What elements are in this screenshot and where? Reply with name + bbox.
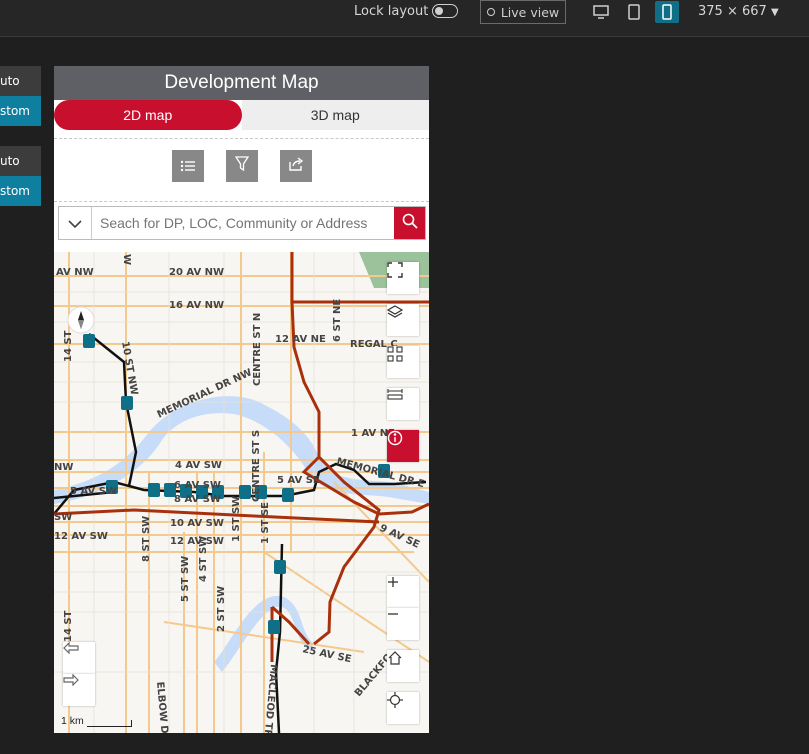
live-dot-icon — [486, 8, 495, 16]
scale-label: 1 km — [61, 715, 84, 727]
home-button[interactable] — [387, 650, 419, 682]
label-12-av-ne: 12 AV NE — [275, 334, 326, 345]
label-centre-st-n: CENTRE ST N — [252, 313, 263, 386]
share-icon — [288, 156, 304, 176]
lock-layout-label: Lock layout — [354, 4, 429, 19]
screen-size-label[interactable]: 375 × 667 ▼ — [698, 4, 779, 19]
label-10-av-sw: 10 AV SW — [170, 518, 224, 529]
side-tab-auto-2[interactable]: uto — [0, 146, 41, 176]
previous-extent-button[interactable] — [63, 642, 95, 674]
label-6-st-ne: 6 ST NE — [332, 299, 343, 342]
zoom-in-button[interactable] — [387, 576, 419, 608]
live-view-label: Live view — [500, 4, 560, 20]
label-12-av-sw: 12 AV SW — [170, 536, 224, 547]
label-4-st-sw: 4 ST SW — [198, 536, 209, 582]
share-button[interactable] — [280, 150, 312, 182]
measure-button[interactable] — [387, 388, 419, 420]
live-view-button[interactable]: Live view — [480, 0, 566, 24]
layers-button[interactable] — [387, 304, 419, 336]
search-input[interactable] — [92, 207, 394, 239]
label-2-st-sw: 2 ST SW — [216, 586, 227, 632]
map-mode-tabs: 2D map 3D map — [54, 100, 429, 130]
label-nw-west: NW — [54, 462, 73, 473]
qr-code-button[interactable] — [387, 346, 419, 378]
filter-button[interactable] — [226, 150, 258, 182]
chevron-down-icon — [68, 214, 82, 233]
side-tab-custom-1[interactable]: stom — [0, 96, 41, 126]
tablet-device-icon[interactable] — [622, 1, 646, 23]
label-4-av-sw: 4 AV SW — [175, 460, 222, 471]
map-canvas: AV NW 20 AV NW 16 AV NW 12 AV NE REGAL C… — [54, 252, 429, 733]
label-w-top: W — [121, 254, 132, 265]
search-icon — [402, 213, 418, 233]
list-icon — [180, 157, 196, 176]
side-tab-auto-1[interactable]: uto — [0, 66, 41, 96]
label-14-st-south: 14 ST — [63, 610, 74, 642]
map-view[interactable]: AV NW 20 AV NW 16 AV NW 12 AV NE REGAL C… — [54, 252, 429, 733]
label-8-av-sw: 8 AV SW — [174, 494, 221, 505]
tab-2d-map[interactable]: 2D map — [54, 100, 242, 130]
info-button[interactable] — [387, 430, 419, 462]
phone-preview: Development Map 2D map 3D map Seach for … — [54, 66, 429, 733]
label-av-nw: AV NW — [56, 267, 94, 278]
phone-device-icon[interactable] — [655, 1, 679, 23]
search-button[interactable] — [394, 207, 425, 239]
label-16-av-nw: 16 AV NW — [169, 300, 224, 311]
label-12-av-sw-west: 12 AV SW — [54, 531, 108, 542]
desktop-device-icon[interactable] — [589, 1, 613, 23]
search-bar — [58, 206, 426, 240]
label-6-av-sw: 6 AV SW — [174, 480, 221, 491]
map-toolbar — [54, 138, 429, 202]
tab-3d-map[interactable]: 3D map — [241, 100, 429, 130]
side-tab-custom-2[interactable]: stom — [0, 176, 41, 206]
label-5-av-se: 5 AV SE — [277, 475, 320, 486]
compass-icon — [67, 306, 95, 334]
label-1-st-sw: 1 ST SW — [231, 496, 242, 542]
label-14-st: 14 ST — [63, 330, 74, 362]
label-sw-west: SW — [54, 512, 72, 523]
editor-topbar: Lock layout Live view 375 × 667 ▼ — [0, 0, 809, 37]
label-20-av-nw: 20 AV NW — [169, 267, 224, 278]
search-scope-dropdown[interactable] — [59, 207, 92, 239]
list-button[interactable] — [172, 150, 204, 182]
label-1-st-se: 1 ST SE — [260, 502, 271, 544]
zoom-out-button[interactable] — [387, 608, 419, 640]
label-5-av-sw: 5 AV SW — [70, 486, 117, 497]
label-8-st-sw: 8 ST SW — [141, 516, 152, 562]
label-5-st-sw: 5 ST SW — [180, 556, 191, 602]
label-centre-st-s: CENTRE ST S — [251, 430, 262, 502]
fullscreen-button[interactable] — [387, 262, 419, 294]
lock-layout-toggle[interactable] — [432, 4, 458, 18]
scale-bar: 1 km — [61, 715, 132, 727]
filter-icon — [234, 156, 250, 176]
next-extent-button[interactable] — [63, 674, 95, 706]
app-title: Development Map — [54, 66, 429, 100]
locate-button[interactable] — [387, 692, 419, 724]
